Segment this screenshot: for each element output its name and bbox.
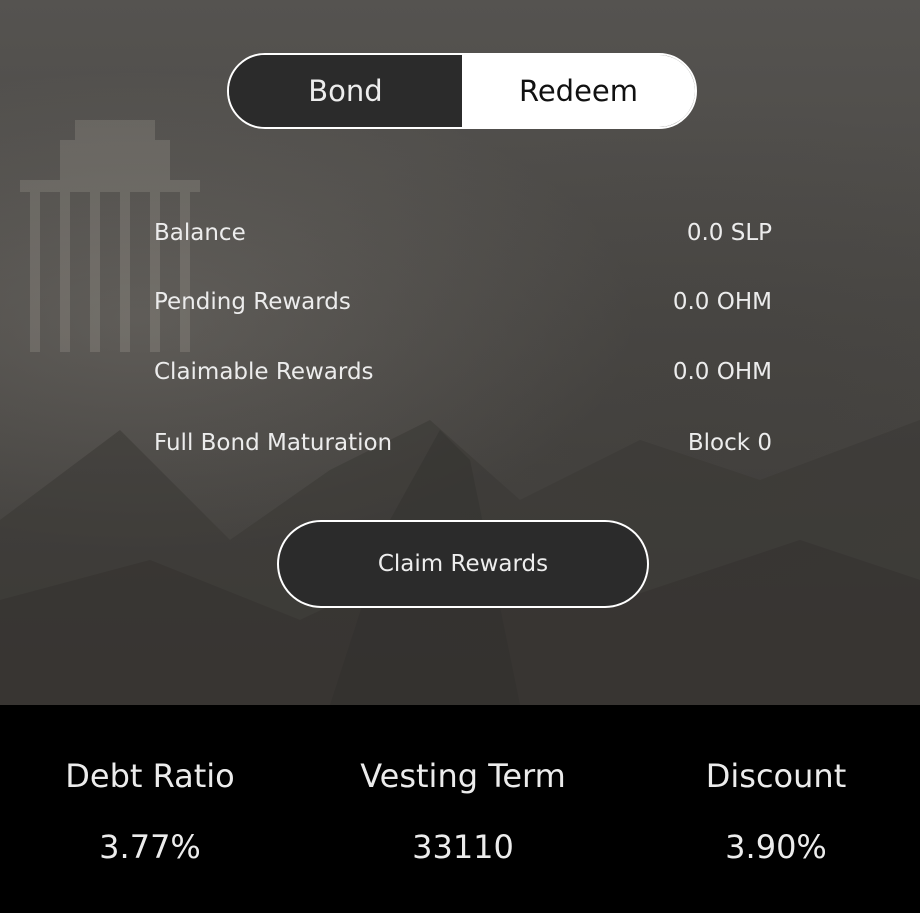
- discount-label: Discount: [705, 757, 847, 795]
- balance-label: Balance: [154, 220, 246, 246]
- bond-redeem-page: Bond Redeem Balance 0.0 SLP Pending Rewa…: [0, 0, 920, 913]
- claim-rewards-button[interactable]: Claim Rewards: [277, 520, 649, 608]
- claimable-rewards-label: Claimable Rewards: [154, 359, 374, 385]
- balance-value: 0.0 SLP: [686, 220, 772, 246]
- vesting-term-label: Vesting Term: [360, 757, 566, 795]
- debt-ratio-value: 3.77%: [99, 828, 201, 866]
- claim-rewards-label: Claim Rewards: [377, 551, 549, 577]
- bond-redeem-toggle: Bond Redeem: [227, 53, 697, 129]
- full-bond-maturation-value: Block 0: [687, 430, 772, 456]
- vesting-term-value: 33110: [412, 828, 514, 866]
- bond-stats-bar: Debt Ratio 3.77% Vesting Term 33110 Disc…: [0, 705, 920, 913]
- pending-rewards-value: 0.0 OHM: [672, 289, 772, 315]
- tab-redeem[interactable]: Redeem: [462, 55, 695, 127]
- claimable-rewards-value: 0.0 OHM: [672, 359, 772, 385]
- full-bond-maturation-label: Full Bond Maturation: [154, 430, 393, 456]
- full-bond-maturation-row: Full Bond Maturation Block 0: [154, 430, 772, 456]
- discount-value: 3.90%: [725, 828, 827, 866]
- pending-rewards-row: Pending Rewards 0.0 OHM: [154, 289, 772, 315]
- balance-row: Balance 0.0 SLP: [154, 220, 772, 246]
- debt-ratio-label: Debt Ratio: [65, 757, 235, 795]
- tab-bond[interactable]: Bond: [229, 55, 462, 127]
- pending-rewards-label: Pending Rewards: [154, 289, 351, 315]
- claimable-rewards-row: Claimable Rewards 0.0 OHM: [154, 359, 772, 385]
